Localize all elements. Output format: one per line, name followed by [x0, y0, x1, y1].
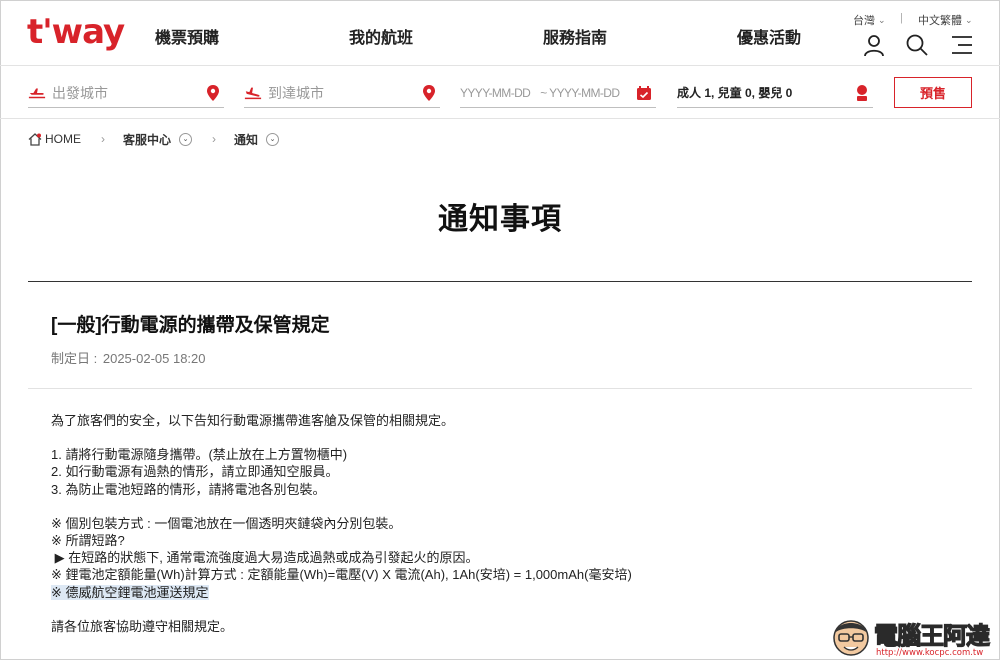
- notice-title: [一般]行動電源的攜帶及保管規定: [51, 315, 330, 336]
- nav-my-flight[interactable]: 我的航班: [349, 24, 413, 48]
- notice-note: ※ 所謂短路?: [51, 533, 125, 549]
- breadcrumb-home-label: HOME: [45, 132, 81, 146]
- mascot-face-icon: [833, 620, 869, 656]
- presale-button[interactable]: 預售: [894, 77, 972, 108]
- date-from-placeholder: YYYY-MM-DD: [460, 85, 531, 100]
- breadcrumb-home[interactable]: HOME: [28, 132, 81, 146]
- notice-date: 制定日 : 2025-02-05 18:20: [51, 348, 206, 367]
- region-label: 台灣: [853, 15, 875, 27]
- notice-note: ※ 鋰電池定額能量(Wh)計算方式 : 定額能量(Wh)=電壓(V) X 電流(…: [51, 567, 632, 583]
- nav-ticket-presale[interactable]: 機票預購: [155, 24, 219, 48]
- location-pin-icon: [207, 85, 219, 101]
- breadcrumb: HOME › 客服中心 ⌄ › 通知 ⌄: [28, 130, 280, 148]
- chevron-down-icon: ⌄: [878, 14, 886, 25]
- chevron-down-icon: ⌄: [266, 132, 280, 146]
- page-title: 通知事項: [438, 203, 562, 236]
- landing-icon: [244, 87, 262, 99]
- notice-note: ▶ 在短路的狀態下, 通常電流強度過大易造成過熱或成為引發起火的原因。: [51, 550, 479, 566]
- date-to-placeholder: ~ YYYY-MM-DD: [540, 85, 620, 100]
- passenger-icon: [857, 85, 867, 101]
- language-select[interactable]: 中文繁體 ⌄: [918, 12, 973, 28]
- breadcrumb-level2-label: 通知: [234, 132, 259, 147]
- lithium-battery-regulation-link[interactable]: ※ 德威航空鋰電池運送規定: [51, 584, 209, 600]
- tway-logo[interactable]: t'way: [27, 12, 125, 52]
- calendar-icon: [637, 86, 651, 100]
- notice-date-value: 2025-02-05 18:20: [102, 351, 206, 366]
- takeoff-icon: [28, 88, 46, 98]
- destination-placeholder: 到達城市: [268, 84, 324, 101]
- nav-service-guide[interactable]: 服務指南: [543, 24, 607, 48]
- title-divider: [28, 281, 972, 282]
- notice-divider: [28, 388, 972, 389]
- menu-icon[interactable]: [950, 33, 974, 57]
- breadcrumb-customer-center[interactable]: 客服中心 ⌄: [123, 131, 193, 148]
- notice-date-label: 制定日 :: [51, 351, 98, 366]
- watermark-url: http://www.kocpc.com.tw: [876, 648, 984, 658]
- notice-note: ※ 個別包裝方式 : 一個電池放在一個透明夾鏈袋內分別包裝。: [51, 515, 402, 531]
- notice-rule-item: 1. 請將行動電源隨身攜帶。(禁止放在上方置物櫃中): [51, 447, 348, 463]
- origin-field[interactable]: 出發城市: [28, 78, 224, 108]
- chevron-right-icon: ›: [212, 132, 217, 146]
- nav-promotions[interactable]: 優惠活動: [737, 24, 801, 48]
- language-label: 中文繁體: [918, 15, 962, 27]
- chevron-down-icon: ⌄: [179, 132, 193, 146]
- site-header: t'way 機票預購 我的航班 服務指南 優惠活動 台灣 ⌄ | 中文繁體 ⌄: [0, 0, 1000, 66]
- breadcrumb-level1-label: 客服中心: [123, 132, 172, 147]
- date-range-field[interactable]: YYYY-MM-DD ~ YYYY-MM-DD: [460, 78, 656, 108]
- notice-rule-item: 2. 如行動電源有過熱的情形，請立即通知空服員。: [51, 464, 339, 480]
- chevron-down-icon: ⌄: [965, 14, 973, 25]
- location-pin-icon: [423, 85, 435, 101]
- booking-search-bar: 出發城市 到達城市 YYYY-MM-DD ~ YYYY-MM-DD 成人 1, …: [0, 66, 1000, 119]
- origin-placeholder: 出發城市: [52, 84, 108, 101]
- breadcrumb-notice[interactable]: 通知 ⌄: [234, 131, 280, 148]
- chevron-right-icon: ›: [101, 132, 105, 146]
- passenger-summary: 成人 1, 兒童 0, 嬰兒 0: [677, 86, 793, 100]
- watermark-text: 電腦王阿達: [873, 621, 990, 650]
- locale-divider: |: [900, 12, 903, 24]
- user-icon[interactable]: [862, 33, 886, 57]
- destination-field[interactable]: 到達城市: [244, 78, 440, 108]
- search-icon[interactable]: [905, 33, 929, 57]
- region-select[interactable]: 台灣 ⌄: [853, 12, 886, 28]
- notice-rule-item: 3. 為防止電池短路的情形，請將電池各別包裝。: [51, 481, 326, 497]
- notice-body: 為了旅客們的安全，以下告知行動電源攜帶進客艙及保管的相關規定。 1. 請將行動電…: [51, 412, 632, 635]
- watermark: 電腦王阿達 http://www.kocpc.com.tw: [830, 610, 1000, 660]
- passenger-field[interactable]: 成人 1, 兒童 0, 嬰兒 0: [677, 78, 873, 108]
- notice-intro: 為了旅客們的安全，以下告知行動電源攜帶進客艙及保管的相關規定。: [51, 413, 455, 428]
- home-icon: [28, 132, 42, 146]
- notice-closing: 請各位旅客協助遵守相關規定。: [51, 618, 234, 634]
